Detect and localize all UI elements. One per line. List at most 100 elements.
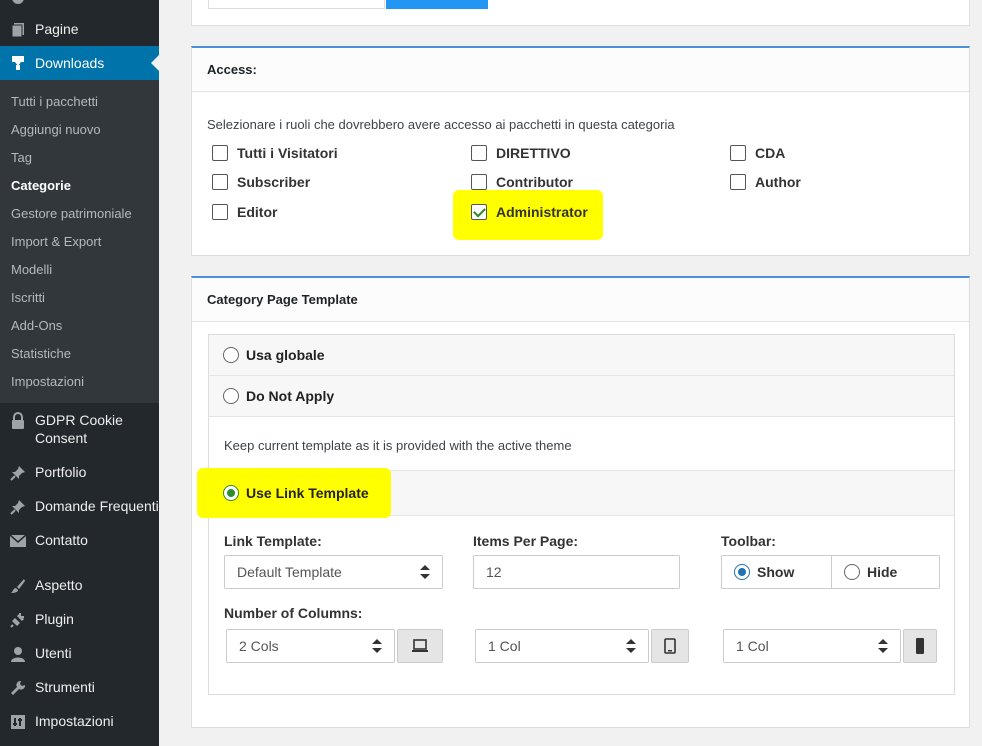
checkbox-label: Contributor	[496, 174, 573, 190]
downloads-submenu: Tutti i pacchetti Aggiungi nuovo Tag Cat…	[0, 80, 159, 403]
submenu-item[interactable]: Add-Ons	[11, 318, 62, 333]
toolbar-show-option[interactable]: Show	[722, 556, 831, 588]
role-checkbox-direttivo[interactable]: DIRETTIVO	[471, 145, 571, 161]
tablet-icon	[664, 638, 676, 654]
role-checkbox-subscriber[interactable]: Subscriber	[212, 174, 310, 190]
settings-icon	[0, 712, 35, 732]
select-arrows-icon	[626, 639, 636, 653]
sidebar-item-label: Pagine	[35, 21, 79, 37]
submenu-item[interactable]: Import & Export	[11, 234, 101, 249]
partial-button[interactable]	[386, 0, 488, 9]
sidebar-item-label: Downloads	[35, 55, 105, 71]
submenu-item[interactable]: Tutti i pacchetti	[11, 94, 98, 109]
main-content: Access: Selezionare i ruoli che dovrebbe…	[159, 0, 982, 746]
toolbar-label: Toolbar:	[721, 533, 776, 549]
option-use-link-template[interactable]: Use Link Template	[197, 468, 954, 518]
radio-toolbar-show[interactable]	[734, 564, 750, 580]
sidebar-item-settings[interactable]: Impostazioni	[0, 712, 159, 732]
radio-use-link-template[interactable]	[223, 485, 239, 501]
columns-mobile-select[interactable]: 1 Col	[723, 629, 901, 663]
checkbox-box[interactable]	[212, 174, 228, 190]
sidebar-item-pages[interactable]: Pagine	[0, 20, 159, 40]
submenu-item[interactable]: Iscritti	[11, 290, 45, 305]
role-checkbox-editor[interactable]: Editor	[212, 204, 277, 220]
sidebar-item-appearance[interactable]: Aspetto	[0, 576, 159, 596]
radio-usa-globale[interactable]	[223, 347, 239, 363]
checkbox-box[interactable]	[471, 145, 487, 161]
sidebar-item-cutoff[interactable]	[0, 0, 159, 8]
mobile-device-button[interactable]	[903, 629, 937, 663]
option-label: Use Link Template	[246, 485, 369, 501]
submenu-item[interactable]: Statistiche	[11, 346, 71, 361]
desktop-device-button[interactable]	[397, 629, 443, 663]
checkbox-box[interactable]	[212, 145, 228, 161]
checkbox-box[interactable]	[212, 204, 228, 220]
laptop-icon	[412, 639, 428, 652]
radio-toolbar-hide[interactable]	[844, 564, 860, 580]
select-value: 1 Col	[736, 638, 769, 654]
radio-do-not-apply[interactable]	[223, 388, 239, 404]
checkbox-box-checked[interactable]	[471, 204, 487, 220]
sidebar-item-portfolio[interactable]: Portfolio	[0, 463, 159, 483]
pin-icon	[0, 463, 35, 483]
columns-tablet-select[interactable]: 1 Col	[475, 629, 649, 663]
sidebar-item-gdpr[interactable]: GDPR Cookie Consent	[0, 411, 159, 447]
checkbox-box[interactable]	[730, 174, 746, 190]
tablet-device-button[interactable]	[651, 629, 689, 663]
role-checkbox-cda[interactable]: CDA	[730, 145, 785, 161]
select-value: 1 Col	[488, 638, 521, 654]
access-description: Selezionare i ruoli che dovrebbero avere…	[207, 117, 675, 132]
gauge-icon	[0, 0, 35, 8]
download-icon	[0, 53, 35, 73]
brush-icon	[0, 576, 35, 596]
link-template-select[interactable]: Default Template	[224, 555, 443, 589]
select-arrows-icon	[420, 565, 430, 579]
submenu-item[interactable]: Aggiungi nuovo	[11, 122, 101, 137]
sidebar-item-faq[interactable]: Domande Frequenti	[0, 497, 159, 517]
items-per-page-input[interactable]: 12	[473, 555, 680, 589]
sidebar-item-downloads[interactable]: Downloads	[0, 46, 159, 80]
sidebar-item-label: Plugin	[35, 611, 74, 627]
plugin-icon	[0, 610, 35, 630]
checkbox-label: Subscriber	[237, 174, 311, 190]
role-checkbox-administrator[interactable]: Administrator	[471, 204, 588, 220]
category-template-box: Category Page Template Usa globale Do No…	[191, 276, 970, 728]
partial-input[interactable]	[208, 0, 385, 9]
sidebar-item-plugins[interactable]: Plugin	[0, 610, 159, 630]
sidebar-item-label: Impostazioni	[35, 713, 114, 729]
checkbox-label: Tutti i Visitatori	[237, 145, 338, 161]
submenu-item-current[interactable]: Categorie	[11, 178, 71, 193]
submenu-item[interactable]: Tag	[11, 150, 32, 165]
toolbar-hide-option[interactable]: Hide	[831, 556, 939, 588]
submenu-item[interactable]: Modelli	[11, 262, 52, 277]
checkbox-box[interactable]	[730, 145, 746, 161]
input-value: 12	[486, 564, 502, 580]
toolbar-hide-label: Hide	[867, 564, 898, 580]
sidebar-item-users[interactable]: Utenti	[0, 644, 159, 664]
sidebar-item-label: GDPR Cookie	[35, 412, 123, 428]
mobile-icon	[916, 638, 924, 654]
access-title: Access:	[192, 48, 969, 92]
checkbox-label: Administrator	[496, 204, 588, 220]
role-checkbox-tutti[interactable]: Tutti i Visitatori	[212, 145, 338, 161]
checkbox-label: DIRETTIVO	[496, 145, 571, 161]
option-do-not-apply[interactable]: Do Not Apply	[209, 376, 954, 417]
sidebar-item-tools[interactable]: Strumenti	[0, 678, 159, 698]
wrench-icon	[0, 678, 35, 698]
role-checkbox-contributor[interactable]: Contributor	[471, 174, 573, 190]
option-usa-globale[interactable]: Usa globale	[209, 335, 954, 376]
submenu-item[interactable]: Gestore patrimoniale	[11, 206, 132, 221]
submenu-item[interactable]: Impostazioni	[11, 374, 84, 389]
sidebar-item-label: Portfolio	[35, 464, 87, 480]
template-title: Category Page Template	[192, 278, 969, 322]
mail-icon	[0, 531, 35, 551]
columns-desktop-select[interactable]: 2 Cols	[226, 629, 395, 663]
items-per-page-label: Items Per Page:	[473, 533, 579, 549]
access-box: Access: Selezionare i ruoli che dovrebbe…	[191, 46, 970, 256]
sidebar-item-label: Utenti	[35, 645, 72, 661]
checkbox-box[interactable]	[471, 174, 487, 190]
sidebar-item-contact[interactable]: Contatto	[0, 531, 159, 551]
role-checkbox-author[interactable]: Author	[730, 174, 801, 190]
sidebar-item-label: Contatto	[35, 532, 88, 548]
pages-icon	[0, 20, 35, 40]
